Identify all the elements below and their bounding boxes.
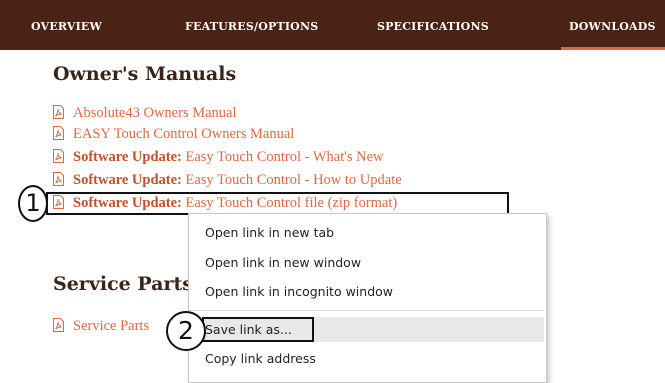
link-bold-prefix[interactable]: Software Update: [73,172,182,188]
context-menu: Open link in new tab Open link in new wi… [188,213,547,383]
top-nav: OVERVIEW FEATURES/OPTIONS SPECIFICATIONS… [0,0,665,50]
step2-marker: 2 [166,311,206,351]
tab-features-options[interactable]: FEATURES/OPTIONS [185,0,318,50]
tab-specifications[interactable]: SPECIFICATIONS [377,0,489,50]
manual-link-easy-touch[interactable]: EASY Touch Control Owners Manual [53,124,294,144]
pdf-icon [53,105,64,119]
service-parts-heading: Service Parts [53,273,193,295]
manual-link-absolute43[interactable]: Absolute43 Owners Manual [53,103,237,123]
tab-overview[interactable]: OVERVIEW [31,0,102,50]
step1-highlight-box [46,192,509,215]
pdf-icon [53,318,64,332]
tab-downloads[interactable]: DOWNLOADS [561,0,665,50]
manual-link-how-to-update[interactable]: Software Update: Easy Touch Control - Ho… [53,170,402,190]
manual-link-whats-new[interactable]: Software Update: Easy Touch Control - Wh… [53,147,384,167]
link-text[interactable]: EASY Touch Control Owners Manual [73,126,294,142]
pdf-icon [53,172,64,186]
service-parts-link[interactable]: Service Parts [53,316,149,336]
menu-item-open-new-window[interactable]: Open link in new window [189,250,544,275]
menu-separator [189,310,544,311]
link-text[interactable]: Absolute43 Owners Manual [73,105,237,121]
pdf-icon [53,149,64,163]
owners-manuals-heading: Owner's Manuals [53,63,237,85]
link-text[interactable]: Easy Touch Control - How to Update [182,172,402,188]
menu-item-copy-link-address[interactable]: Copy link address [189,346,544,371]
link-bold-prefix[interactable]: Software Update: [73,149,182,165]
menu-item-open-incognito[interactable]: Open link in incognito window [189,279,544,304]
pdf-icon [53,126,64,140]
link-text[interactable]: Easy Touch Control - What's New [182,149,384,165]
step2-highlight-box [202,317,314,342]
link-text[interactable]: Service Parts [73,318,149,334]
menu-item-open-new-tab[interactable]: Open link in new tab [189,220,544,245]
step1-marker: 1 [18,185,48,222]
